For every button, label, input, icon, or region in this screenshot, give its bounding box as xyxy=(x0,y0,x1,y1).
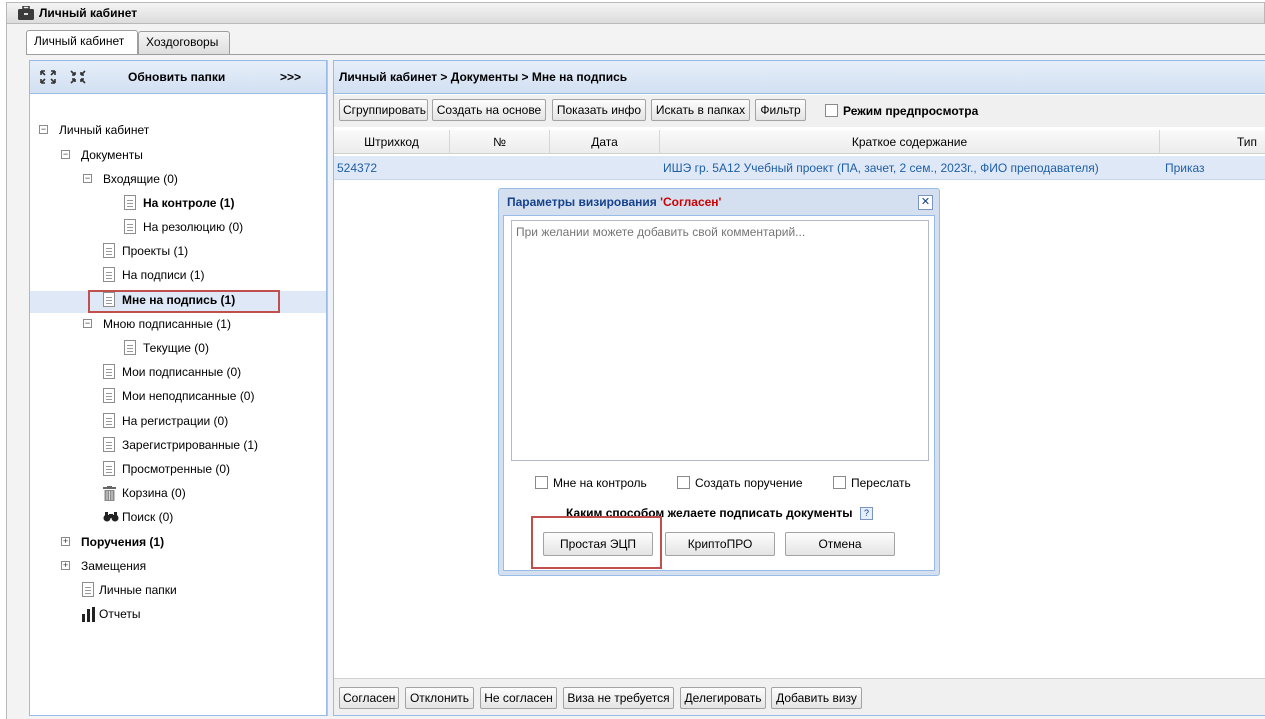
expand-toggle-icon[interactable]: + xyxy=(61,537,70,546)
trash-icon xyxy=(103,486,116,501)
binoculars-icon xyxy=(103,512,119,522)
create-based-button[interactable]: Создать на основе xyxy=(432,99,546,121)
folder-panel: Обновить папки >>> − Личный кабинет − До… xyxy=(29,60,327,716)
document-icon xyxy=(103,388,115,403)
visa-action-bar: Согласен Отклонить Не согласен Виза не т… xyxy=(334,678,1265,715)
delegate-button[interactable]: Делегировать xyxy=(680,687,766,709)
document-icon xyxy=(124,195,136,210)
search-folders-button[interactable]: Искать в папках xyxy=(651,99,750,121)
show-info-button[interactable]: Показать инфо xyxy=(552,99,646,121)
disagree-button[interactable]: Не согласен xyxy=(480,687,557,709)
document-icon xyxy=(124,219,136,234)
expand-all-icon[interactable] xyxy=(40,70,56,84)
create-task-checkbox[interactable] xyxy=(677,476,690,489)
window-title: Личный кабинет xyxy=(39,6,138,20)
col-summary[interactable]: Краткое содержание xyxy=(660,130,1160,154)
reject-button[interactable]: Отклонить xyxy=(405,687,474,709)
document-icon xyxy=(103,461,115,476)
document-icon xyxy=(124,340,136,355)
expand-toggle-icon[interactable]: + xyxy=(61,561,70,570)
cell-barcode: 524372 xyxy=(337,161,378,175)
document-icon xyxy=(103,243,115,258)
collapse-toggle-icon[interactable]: − xyxy=(83,174,92,183)
col-type[interactable]: Тип xyxy=(1160,130,1265,154)
help-icon[interactable]: ? xyxy=(860,507,873,520)
preview-mode-label: Режим предпросмотра xyxy=(843,104,979,118)
selection-highlight-frame xyxy=(88,290,280,313)
collapse-toggle-icon[interactable]: − xyxy=(61,150,70,159)
cell-type: Приказ xyxy=(1165,161,1205,175)
grid-header: Штрихкод № Дата Краткое содержание Тип xyxy=(334,130,1265,154)
close-icon[interactable]: ✕ xyxy=(918,195,933,210)
folder-panel-header: Обновить папки >>> xyxy=(30,61,326,94)
tab-hozdogovory[interactable]: Хоздоговоры xyxy=(138,31,230,54)
col-number[interactable]: № xyxy=(450,130,550,154)
agree-button[interactable]: Согласен xyxy=(339,687,399,709)
cancel-button[interactable]: Отмена xyxy=(785,532,895,556)
add-visa-button[interactable]: Добавить визу xyxy=(771,687,862,709)
collapse-all-icon[interactable] xyxy=(70,70,86,84)
document-icon xyxy=(103,364,115,379)
cell-summary: ИШЭ гр. 5А12 Учебный проект (ПА, зачет, … xyxy=(663,161,1099,175)
document-icon xyxy=(103,413,115,428)
dialog-title: Параметры визирования 'Согласен' xyxy=(507,195,722,209)
comment-field[interactable] xyxy=(511,220,929,461)
bar-chart-icon xyxy=(82,607,95,622)
dialog-status: 'Согласен' xyxy=(660,195,722,209)
collapse-toggle-icon[interactable]: − xyxy=(39,125,48,134)
refresh-folders-button[interactable]: Обновить папки xyxy=(128,70,225,84)
preview-mode-checkbox[interactable] xyxy=(825,104,838,117)
forward-checkbox[interactable] xyxy=(833,476,846,489)
table-row[interactable]: 524372 ИШЭ гр. 5А12 Учебный проект (ПА, … xyxy=(334,156,1265,180)
breadcrumb: Личный кабинет > Документы > Мне на подп… xyxy=(334,61,1265,94)
briefcase-icon xyxy=(18,6,34,20)
app-window: Личный кабинет Личный кабинет Хоздоговор… xyxy=(0,0,1265,719)
create-task-label: Создать поручение xyxy=(695,476,803,490)
forward-label: Переслать xyxy=(851,476,911,490)
col-barcode[interactable]: Штрихкод xyxy=(334,130,450,154)
window-title-bar: Личный кабинет xyxy=(6,2,1265,24)
tab-divider xyxy=(26,54,1265,55)
col-date[interactable]: Дата xyxy=(550,130,660,154)
control-label: Мне на контроль xyxy=(553,476,647,490)
no-visa-button[interactable]: Виза не требуется xyxy=(563,687,674,709)
document-icon xyxy=(103,267,115,282)
simple-signature-highlight-frame xyxy=(531,516,662,569)
document-icon xyxy=(82,582,94,597)
document-icon xyxy=(103,437,115,452)
control-checkbox[interactable] xyxy=(535,476,548,489)
documents-toolbar: Сгруппировать Создать на основе Показать… xyxy=(334,95,1265,127)
collapse-toggle-icon[interactable]: − xyxy=(83,319,92,328)
tab-lichny-kabinet[interactable]: Личный кабинет xyxy=(26,30,138,55)
group-button[interactable]: Сгруппировать xyxy=(339,99,428,121)
more-button[interactable]: >>> xyxy=(280,70,301,84)
cryptopro-button[interactable]: КриптоПРО xyxy=(665,532,775,556)
filter-button[interactable]: Фильтр xyxy=(755,99,806,121)
